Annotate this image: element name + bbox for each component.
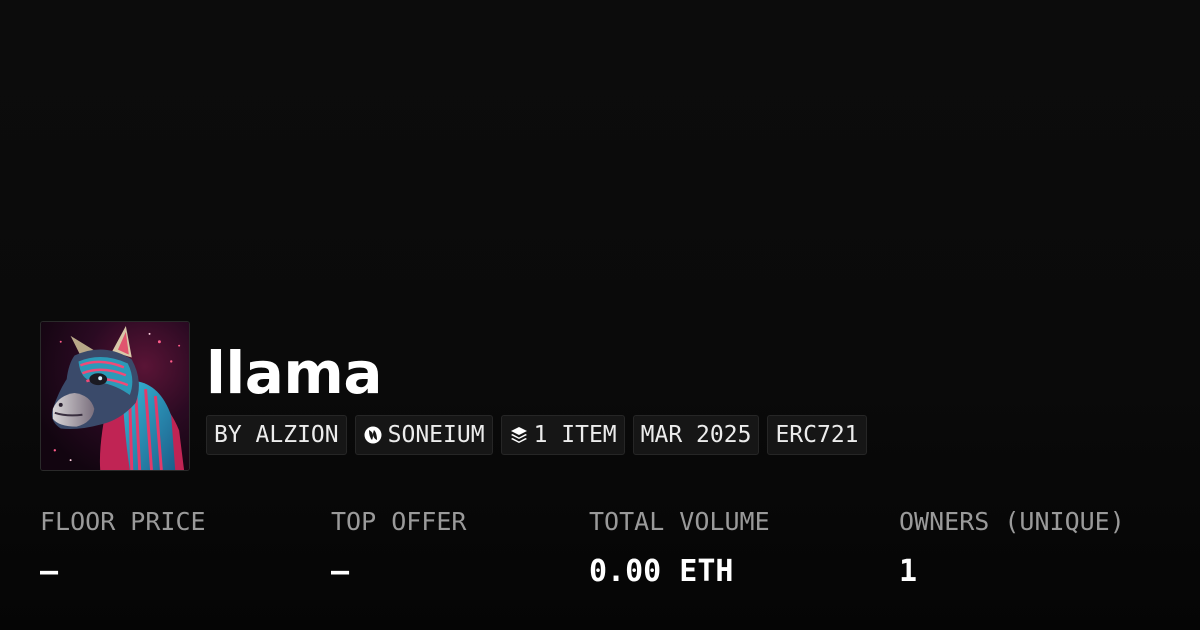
token-standard-label: ERC721 [775,422,859,448]
date-label: MAR 2025 [640,422,752,448]
stat-value: – [40,554,59,589]
stat-top-offer: TOP OFFER – [331,505,466,589]
creator-badge[interactable]: BY ALZION [206,415,347,455]
stat-label: TOTAL VOLUME [589,507,770,536]
chain-badge[interactable]: SONEIUM [354,415,493,455]
chain-label: SONEIUM [387,422,485,448]
token-standard-badge: ERC721 [767,415,867,455]
stat-label: FLOOR PRICE [40,507,206,536]
date-badge: MAR 2025 [632,415,760,455]
stat-value: 0.00 ETH [589,554,734,589]
stat-label: OWNERS (UNIQUE) [899,507,1125,536]
collection-badges: BY ALZION SONEIUM 1 ITEM MAR 2025 ERC721 [206,415,867,455]
stat-value: – [331,554,350,589]
creator-label: BY ALZION [214,422,339,448]
items-label: 1 ITEM [533,422,617,448]
soneium-logo-icon [363,425,383,445]
llama-artwork-image [41,322,189,470]
collection-title: llama [206,339,382,407]
stat-label: TOP OFFER [331,507,467,536]
collection-avatar [40,321,190,471]
stat-total-volume: TOTAL VOLUME 0.00 ETH [589,505,770,589]
items-badge[interactable]: 1 ITEM [500,415,625,455]
layers-icon [509,425,529,445]
stat-owners-unique: OWNERS (UNIQUE) 1 [899,505,1125,589]
stat-value: 1 [899,554,918,589]
stat-floor-price: FLOOR PRICE – [40,505,206,589]
